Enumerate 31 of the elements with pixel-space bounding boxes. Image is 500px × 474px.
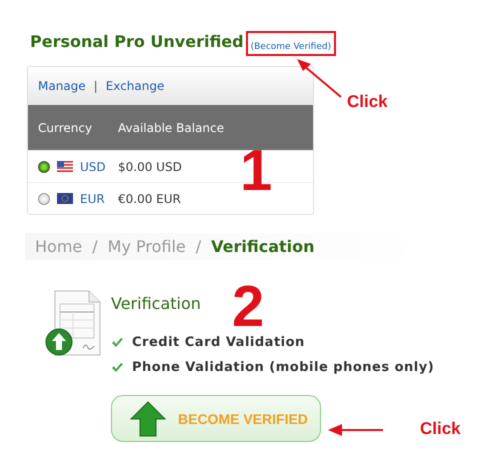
requirement-text: Phone Validation (mobile phones only) [132,360,434,375]
document-upload-icon [45,290,101,356]
verify-link[interactable]: (Become Verified) [250,42,332,52]
flag-icon [57,193,73,204]
manage-link[interactable]: Manage [38,79,86,93]
balance-amount: $0.00 USD [118,160,182,174]
exchange-link[interactable]: Exchange [106,79,164,93]
click-label: Click [420,419,461,439]
account-title: Personal Pro Unverified [30,32,244,51]
up-arrow-icon [130,400,166,436]
currency-link[interactable]: USD [80,160,106,174]
column-header: Available Balance [118,120,224,134]
step-number: 1 [240,146,272,196]
step-number: 2 [232,282,264,332]
breadcrumb-separator: / [92,237,98,256]
check-icon [111,337,124,348]
requirement-text: Credit Card Validation [132,335,305,350]
click-label: Click [347,92,388,112]
link-separator: | [94,79,98,93]
flag-icon [57,161,73,172]
column-header: Currency [37,120,94,134]
radio-button[interactable] [38,192,50,204]
section-title: Verification [111,294,202,313]
pointer-arrow [295,57,343,99]
pointer-arrow [328,424,384,436]
check-icon [111,362,124,373]
breadcrumb-item[interactable]: Verification [211,237,315,256]
balance-amount: €0.00 EUR [118,192,181,206]
currency-link[interactable]: EUR [80,192,105,206]
breadcrumb-separator: / [196,237,202,256]
radio-button[interactable] [38,160,50,172]
